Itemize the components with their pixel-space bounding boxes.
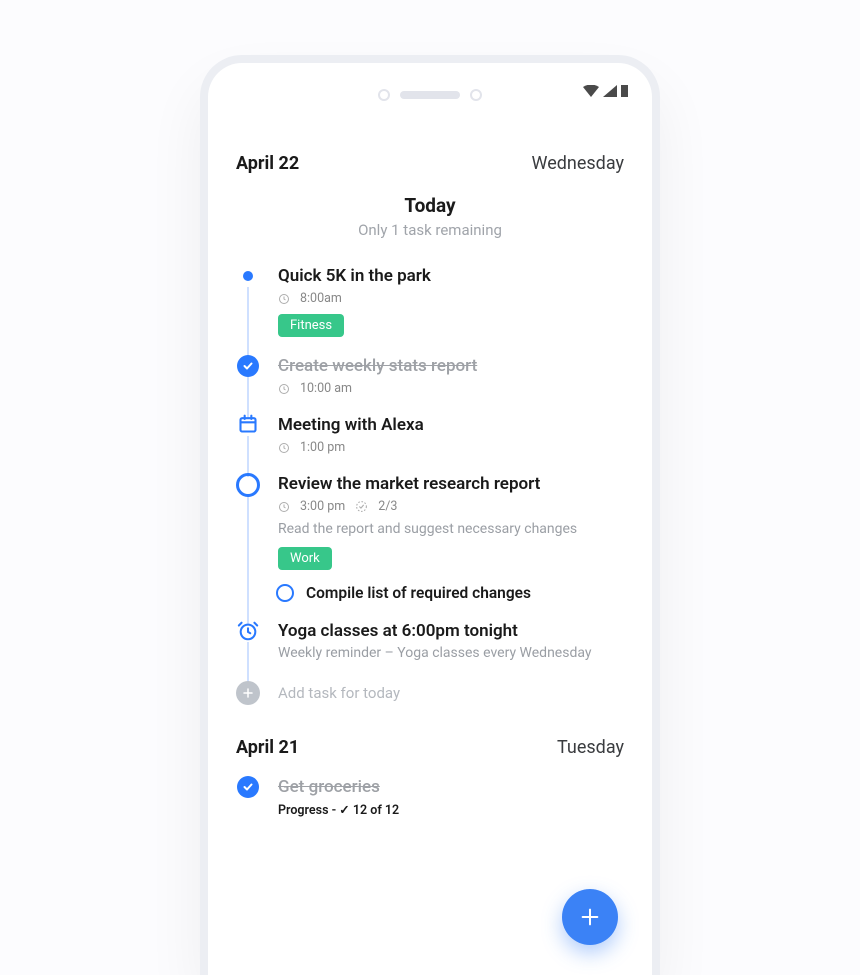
status-bar — [208, 77, 652, 113]
task-title: Quick 5K in the park — [278, 265, 624, 287]
subtask-item[interactable]: Compile list of required changes — [276, 584, 624, 602]
task-note: Read the report and suggest necessary ch… — [278, 520, 624, 539]
phone-frame: April 22 Wednesday Today Only 1 task rem… — [200, 55, 660, 975]
task-time: 1:00 pm — [300, 440, 345, 455]
today-title: Today — [236, 194, 624, 217]
task-note: Weekly reminder – Yoga classes every Wed… — [278, 644, 624, 663]
date-label: April 22 — [236, 153, 299, 174]
weekday-label: Wednesday — [532, 153, 625, 174]
todo-ring-icon[interactable] — [236, 473, 260, 497]
task-progress: Progress - ✓ 12 of 12 — [278, 802, 624, 818]
camera-cutout — [378, 89, 390, 101]
task-time: 8:00am — [300, 291, 342, 306]
todo-ring-icon[interactable] — [276, 584, 294, 602]
speaker-grille — [400, 91, 460, 99]
subtasks-icon — [355, 500, 368, 513]
calendar-icon — [238, 414, 258, 434]
add-task-row[interactable]: Add task for today — [236, 681, 624, 723]
status-icons — [583, 85, 628, 97]
task-item[interactable]: Get groceries Progress - ✓ 12 of 12 — [236, 776, 624, 836]
signal-icon — [603, 85, 617, 97]
day-header: April 21 Tuesday — [236, 737, 624, 758]
date-label: April 21 — [236, 737, 299, 758]
clock-icon — [278, 383, 290, 395]
check-icon[interactable] — [237, 355, 259, 377]
task-item[interactable]: Yoga classes at 6:00pm tonight Weekly re… — [236, 620, 624, 681]
clock-icon — [278, 293, 290, 305]
camera-cutout — [470, 89, 482, 101]
day-header: April 22 Wednesday — [236, 153, 624, 174]
add-task-label: Add task for today — [278, 684, 400, 702]
plus-icon — [579, 906, 601, 928]
add-fab[interactable] — [562, 889, 618, 945]
weekday-label: Tuesday — [557, 737, 624, 758]
task-item[interactable]: Create weekly stats report 10:00 am — [236, 355, 624, 414]
task-title: Get groceries — [278, 776, 624, 798]
subtask-title: Compile list of required changes — [306, 584, 531, 602]
task-title: Review the market research report — [278, 473, 624, 495]
battery-icon — [621, 85, 628, 97]
task-item[interactable]: Review the market research report 3:00 p… — [236, 473, 624, 620]
clock-icon — [278, 442, 290, 454]
check-icon[interactable] — [237, 776, 259, 798]
today-summary: Today Only 1 task remaining — [236, 194, 624, 239]
tag-badge[interactable]: Fitness — [278, 314, 344, 337]
remaining-count: Only 1 task remaining — [236, 221, 624, 239]
power-button — [659, 495, 660, 583]
task-time: 3:00 pm — [300, 499, 345, 514]
task-title: Meeting with Alexa — [278, 414, 624, 436]
tag-badge[interactable]: Work — [278, 547, 332, 570]
task-item[interactable]: Meeting with Alexa 1:00 pm — [236, 414, 624, 473]
task-title: Create weekly stats report — [278, 355, 624, 377]
task-title: Yoga classes at 6:00pm tonight — [278, 620, 624, 642]
alarm-icon — [237, 620, 259, 642]
current-dot-icon — [243, 271, 253, 281]
clock-icon — [278, 501, 290, 513]
volume-button — [659, 275, 660, 319]
subtask-count: 2/3 — [378, 499, 397, 514]
wifi-icon — [583, 85, 599, 97]
task-item[interactable]: Quick 5K in the park 8:00am Fitness — [236, 265, 624, 355]
plus-icon — [236, 681, 260, 705]
task-time: 10:00 am — [300, 381, 352, 396]
